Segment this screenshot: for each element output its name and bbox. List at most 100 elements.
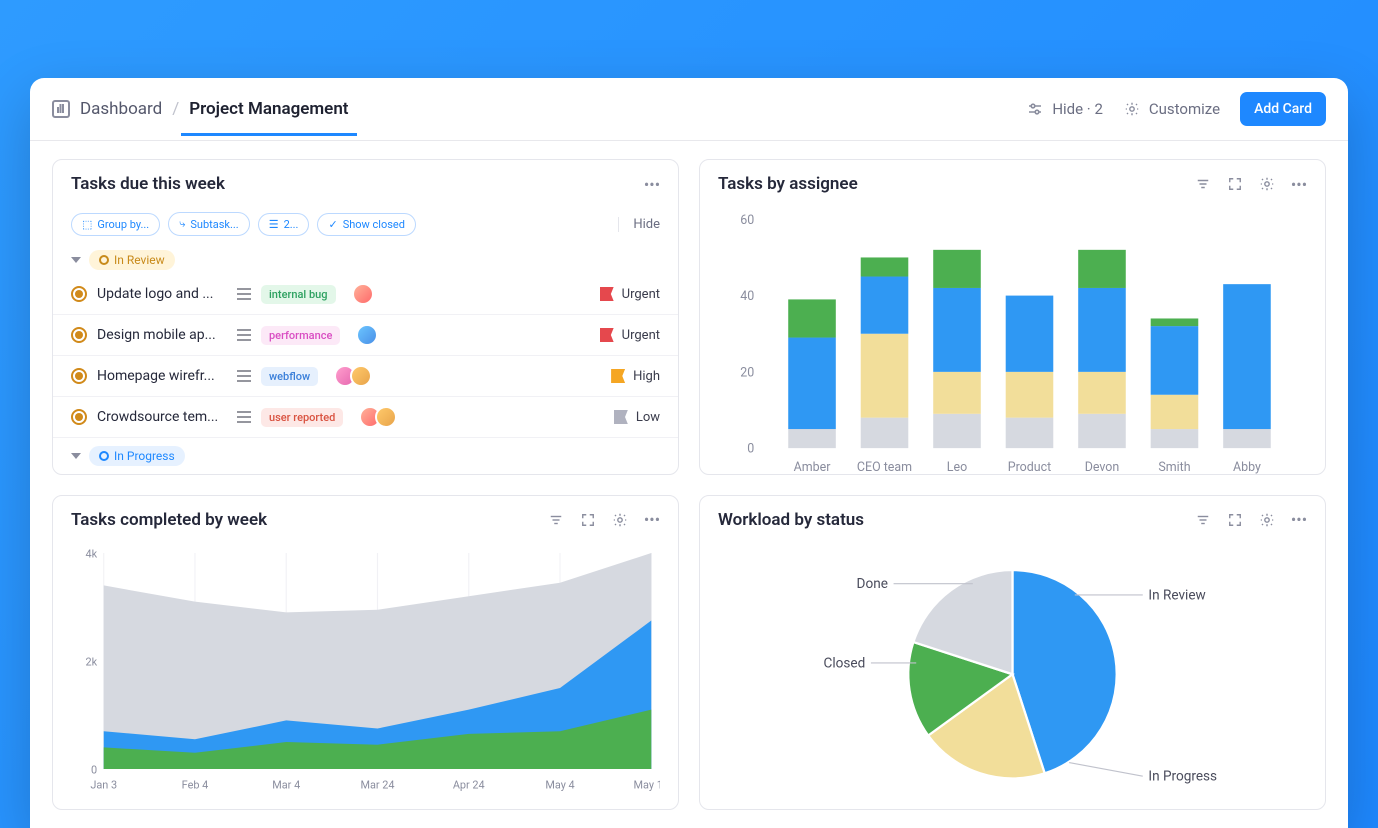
flag-icon	[600, 287, 614, 301]
hide-label: Hide · 2	[1052, 100, 1103, 118]
more-icon[interactable]: •••	[644, 176, 660, 192]
flag-icon	[611, 369, 625, 383]
svg-text:May 4: May 4	[545, 778, 574, 791]
status-ring-icon	[71, 327, 87, 343]
gear-icon[interactable]	[1259, 176, 1275, 192]
caret-icon	[71, 453, 81, 459]
more-icon[interactable]: •••	[1291, 176, 1307, 192]
card-tasks-due: Tasks due this week ••• ⬚ Group by... ⤷ …	[52, 159, 679, 475]
svg-text:In Progress: In Progress	[1148, 768, 1217, 784]
hide-toggle[interactable]: Hide · 2	[1026, 100, 1103, 118]
task-name: Update logo and ...	[97, 286, 227, 302]
description-icon	[237, 329, 251, 341]
more-icon[interactable]: •••	[644, 512, 660, 528]
app-window: Dashboard / Project Management Hide · 2 …	[30, 78, 1348, 828]
expand-icon[interactable]	[580, 512, 596, 528]
chip-group-by[interactable]: ⬚ Group by...	[71, 213, 160, 236]
filter-icon[interactable]	[548, 512, 564, 528]
svg-text:Abby: Abby	[1233, 460, 1261, 475]
description-icon	[237, 370, 251, 382]
svg-text:20: 20	[740, 365, 754, 380]
gear-icon	[1123, 100, 1141, 118]
svg-text:CEO team: CEO team	[857, 460, 912, 475]
description-icon	[237, 288, 251, 300]
svg-text:60: 60	[740, 213, 754, 228]
breadcrumb-current[interactable]: Project Management	[189, 99, 348, 119]
status-ring-icon	[71, 409, 87, 425]
task-name: Homepage wirefr...	[97, 368, 227, 384]
chip-filter[interactable]: ☰ 2...	[258, 213, 310, 236]
status-ring-icon	[71, 368, 87, 384]
task-tag: user reported	[261, 408, 343, 427]
expand-icon[interactable]	[1227, 176, 1243, 192]
svg-text:Jan 3: Jan 3	[90, 778, 117, 791]
status-pill-progress: In Progress	[89, 446, 185, 466]
customize-button[interactable]: Customize	[1123, 100, 1220, 118]
priority: Low	[614, 410, 660, 425]
filter-icon[interactable]	[1195, 512, 1211, 528]
card-header: Tasks by assignee •••	[700, 160, 1325, 208]
svg-text:4k: 4k	[86, 547, 98, 560]
assignee-avatars	[352, 283, 374, 305]
card-title: Tasks by assignee	[718, 174, 858, 194]
svg-text:Done: Done	[857, 576, 888, 592]
gear-icon[interactable]	[612, 512, 628, 528]
breadcrumb-root[interactable]: Dashboard	[80, 99, 162, 119]
card-header: Tasks completed by week •••	[53, 496, 678, 544]
task-row[interactable]: Homepage wirefr... webflow High	[53, 356, 678, 397]
card-header: Tasks due this week •••	[53, 160, 678, 208]
svg-text:0: 0	[91, 763, 97, 776]
expand-icon[interactable]	[1227, 512, 1243, 528]
svg-text:2k: 2k	[86, 655, 98, 668]
svg-text:Product: Product	[1008, 460, 1051, 475]
task-tag: webflow	[261, 367, 318, 386]
group-header[interactable]: In Progress	[71, 446, 660, 466]
card-tasks-completed: Tasks completed by week ••• 02k4kJan 3Fe…	[52, 495, 679, 811]
card-header: Workload by status •••	[700, 496, 1325, 544]
svg-text:Devon: Devon	[1085, 460, 1120, 475]
task-name: Crowdsource tem...	[97, 409, 227, 425]
task-list: Update logo and ... internal bug Urgent …	[53, 274, 678, 438]
group-in-review: In Review	[53, 246, 678, 274]
breadcrumb: Dashboard / Project Management	[52, 99, 349, 119]
card-actions: •••	[1195, 176, 1307, 192]
task-tag: performance	[261, 326, 340, 345]
flag-icon	[600, 328, 614, 342]
chip-show-closed[interactable]: ✓ Show closed	[317, 213, 416, 236]
priority: Urgent	[600, 287, 660, 302]
svg-text:Apr 24: Apr 24	[453, 778, 485, 791]
group-in-progress: In Progress	[53, 438, 678, 470]
card-title: Workload by status	[718, 510, 864, 530]
group-header[interactable]: In Review	[71, 250, 660, 270]
task-row[interactable]: Update logo and ... internal bug Urgent	[53, 274, 678, 315]
svg-text:In Review: In Review	[1148, 587, 1205, 603]
task-row[interactable]: Crowdsource tem... user reported Low	[53, 397, 678, 438]
card-actions: •••	[644, 176, 660, 192]
area-chart: 02k4kJan 3Feb 4Mar 4Mar 24Apr 24May 4May…	[53, 544, 678, 810]
avatar	[375, 406, 397, 428]
filter-chips: ⬚ Group by... ⤷ Subtask... ☰ 2... ✓ Show…	[53, 208, 678, 246]
card-tasks-by-assignee: Tasks by assignee ••• 0204060AmberCEO te…	[699, 159, 1326, 475]
description-icon	[237, 411, 251, 423]
svg-text:Smith: Smith	[1158, 460, 1190, 475]
gear-icon[interactable]	[1259, 512, 1275, 528]
filter-icon[interactable]	[1195, 176, 1211, 192]
bar-chart: 0204060AmberCEO teamLeoProductDevonSmith…	[700, 208, 1325, 475]
status-pill-review: In Review	[89, 250, 175, 270]
avatar	[352, 283, 374, 305]
card-title: Tasks completed by week	[71, 510, 267, 530]
task-tag: internal bug	[261, 285, 336, 304]
priority: High	[611, 369, 660, 384]
chip-subtask[interactable]: ⤷ Subtask...	[168, 212, 249, 236]
task-row[interactable]: Design mobile ap... performance Urgent	[53, 315, 678, 356]
content-grid: Tasks due this week ••• ⬚ Group by... ⤷ …	[30, 141, 1348, 828]
task-name: Design mobile ap...	[97, 327, 227, 343]
hide-link[interactable]: Hide	[618, 217, 660, 232]
more-icon[interactable]: •••	[1291, 512, 1307, 528]
avatar	[350, 365, 372, 387]
add-card-button[interactable]: Add Card	[1240, 92, 1326, 126]
status-ring-icon	[71, 286, 87, 302]
svg-text:Closed: Closed	[824, 655, 866, 671]
sliders-icon	[1026, 100, 1044, 118]
caret-icon	[71, 257, 81, 263]
